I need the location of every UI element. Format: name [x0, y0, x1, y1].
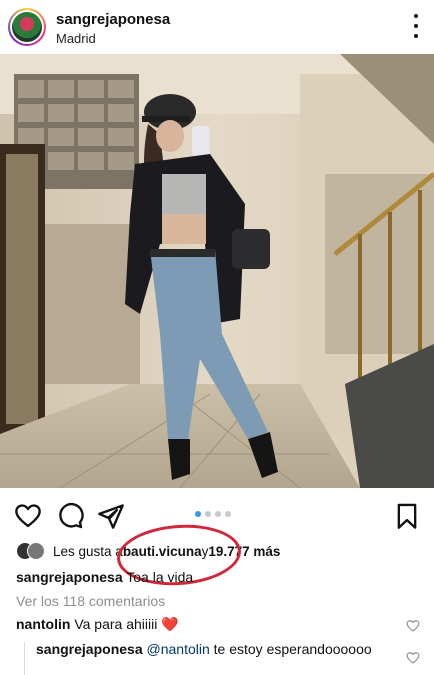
- avatar-image: [12, 12, 42, 42]
- carousel-indicator: [195, 511, 231, 517]
- carousel-dot-active: [195, 511, 201, 517]
- post-photo[interactable]: [0, 54, 434, 488]
- post-caption: sangrejaponesa Toa la vida: [16, 569, 193, 585]
- carousel-dot: [225, 511, 231, 517]
- reply-mention[interactable]: @nantolin: [147, 641, 210, 657]
- likes-prefix: Les gusta a: [53, 543, 123, 559]
- comment-like-icon[interactable]: [406, 619, 420, 633]
- comment-username[interactable]: nantolin: [16, 616, 70, 632]
- heart-emoji: ❤️: [161, 616, 179, 632]
- post-header: sangrejaponesa Madrid: [0, 0, 434, 54]
- likes-connector: y: [201, 543, 209, 559]
- reply-thread-line: [24, 642, 25, 675]
- avatar-ring: [10, 10, 44, 44]
- comment-text: Va para ahiiiii: [70, 616, 162, 632]
- caption-text: Toa la vida: [122, 569, 194, 585]
- post-photo-image: [0, 54, 434, 488]
- share-icon[interactable]: [97, 502, 125, 530]
- avatar[interactable]: [8, 8, 46, 46]
- view-comments-link[interactable]: Ver los 118 comentarios: [16, 593, 165, 609]
- carousel-dot: [215, 511, 221, 517]
- reply-text: te estoy esperandoooooo: [209, 641, 372, 657]
- comment: nantolin Va para ahiiiii ❤️: [16, 616, 179, 633]
- more-options-icon[interactable]: [412, 14, 420, 38]
- comment-icon[interactable]: [56, 502, 84, 530]
- reply-like-icon[interactable]: [406, 651, 420, 665]
- likes-summary[interactable]: Les gusta a bauti.vicuna y 19.777 más: [16, 541, 280, 561]
- likes-count[interactable]: 19.777 más: [208, 544, 280, 559]
- avatar: [27, 542, 45, 560]
- liker-avatars: [16, 542, 45, 560]
- carousel-dot: [205, 511, 211, 517]
- action-bar: [0, 496, 434, 536]
- reply-username[interactable]: sangrejaponesa: [36, 641, 143, 657]
- likes-user[interactable]: bauti.vicuna: [123, 544, 202, 559]
- post-location[interactable]: Madrid: [56, 31, 96, 46]
- heart-icon[interactable]: [14, 502, 42, 530]
- caption-username[interactable]: sangrejaponesa: [16, 569, 123, 585]
- post-username[interactable]: sangrejaponesa: [56, 11, 170, 28]
- reply-comment: sangrejaponesa @nantolin te estoy espera…: [36, 641, 386, 658]
- bookmark-icon[interactable]: [393, 502, 421, 530]
